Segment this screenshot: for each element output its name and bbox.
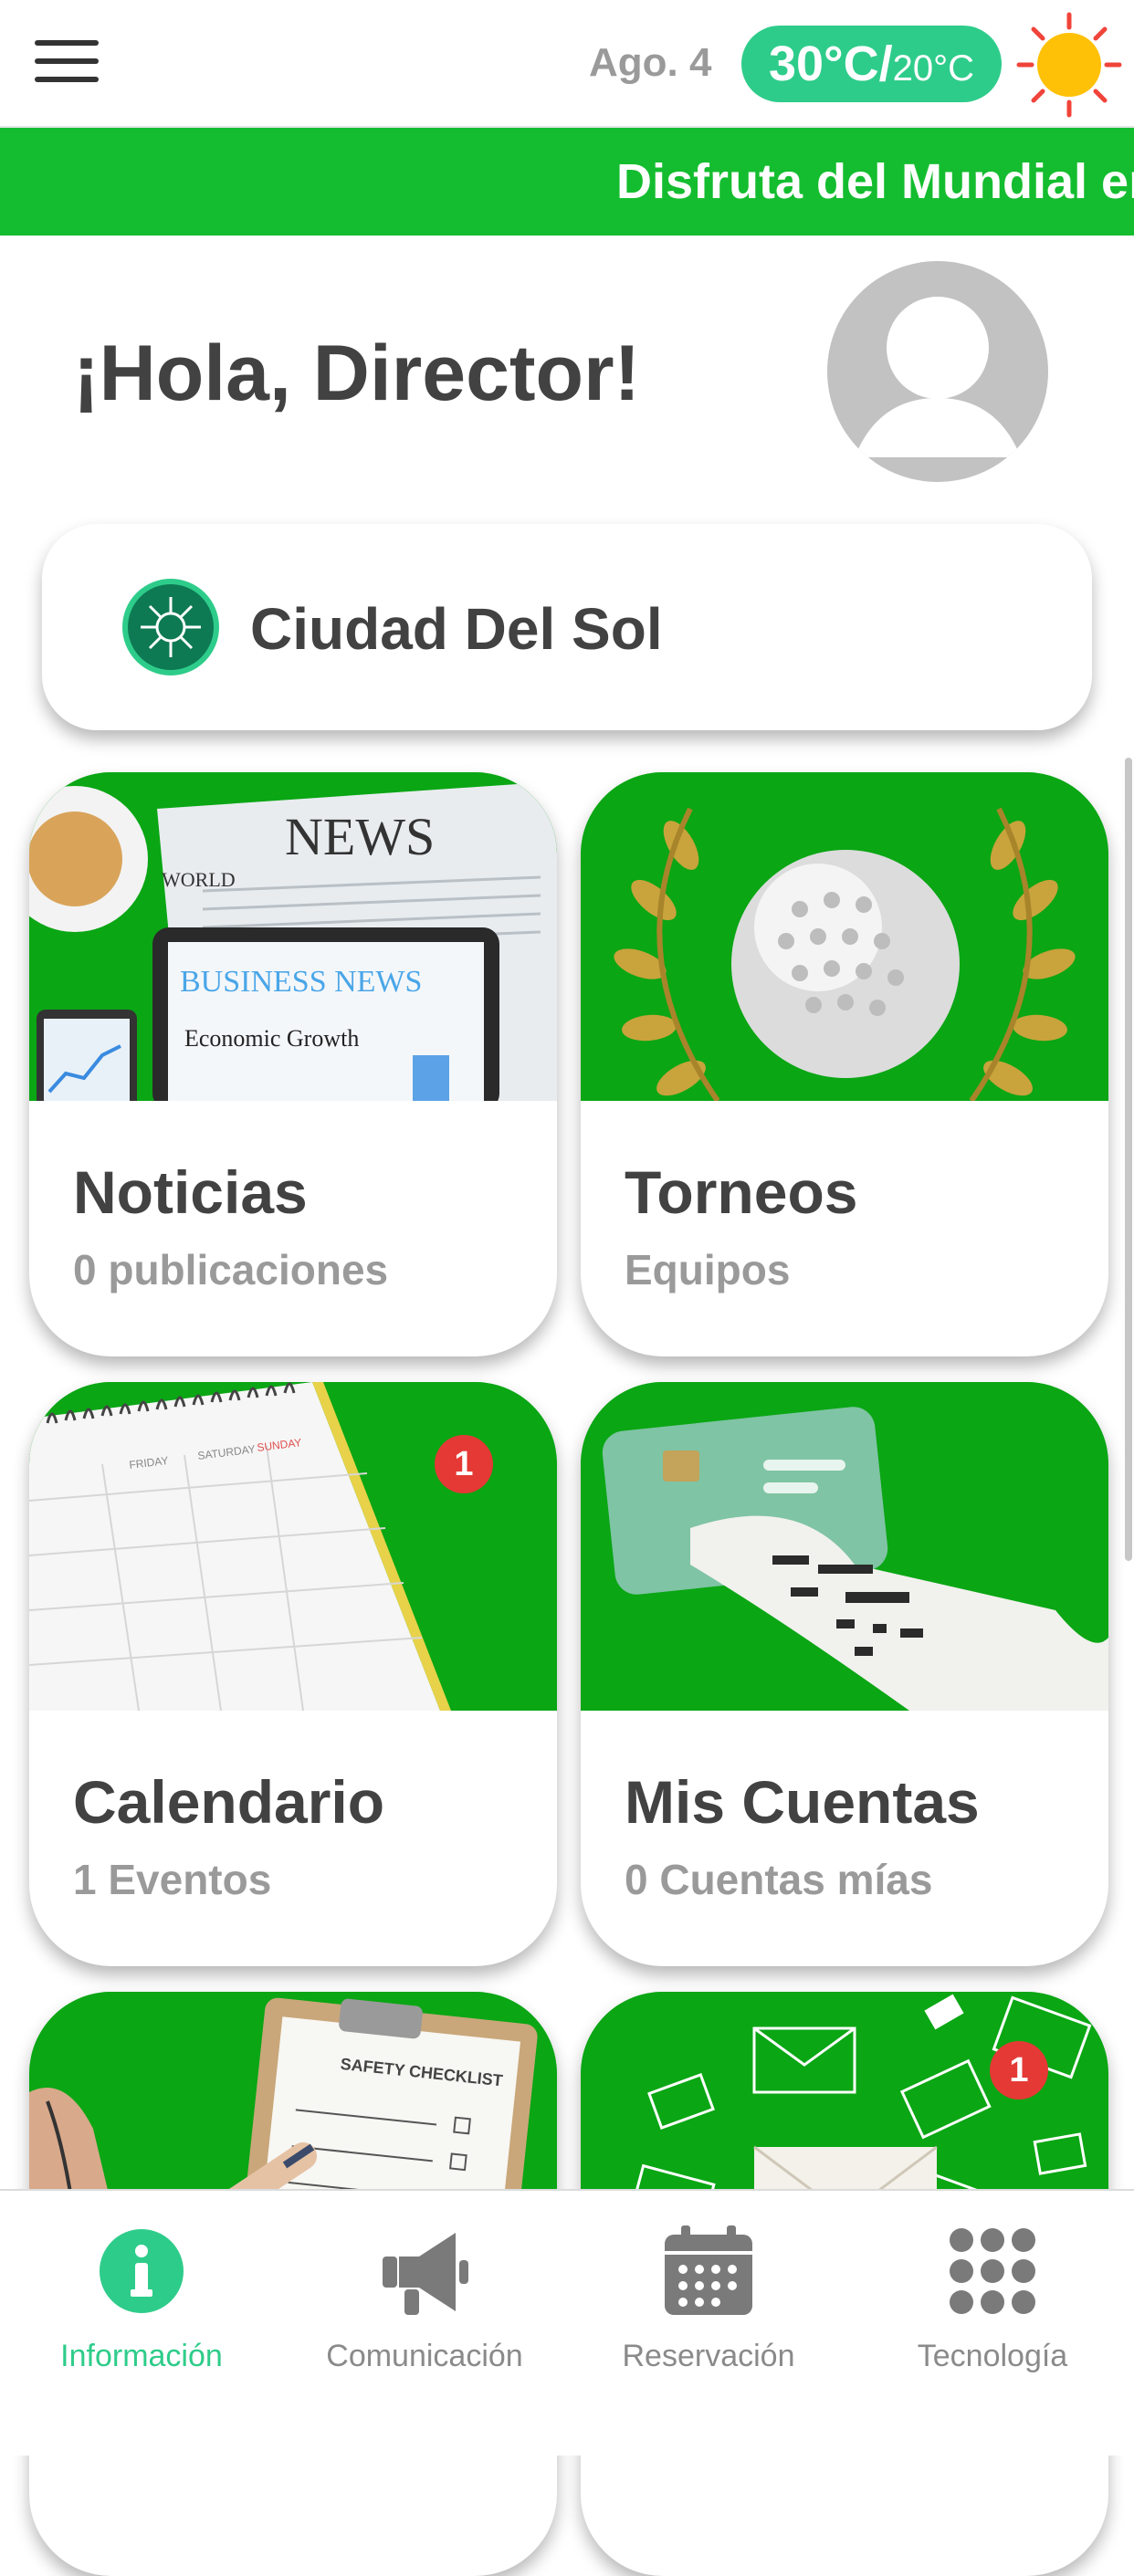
nav-label: Tecnología [917, 2339, 1068, 2373]
ticker-text: Disfruta del Mundial en [616, 154, 1134, 209]
bottom-navigation: Información Comunicación Reservación Tec… [0, 2189, 1134, 2456]
nav-item-tecnologia[interactable]: Tecnología [851, 2191, 1134, 2456]
tablet-subheadline: Economic Growth [184, 1025, 359, 1052]
tile-subtitle: 0 publicaciones [73, 1246, 389, 1293]
tile-calendario[interactable]: FRIDAY SATURDAY SUNDAY 1 Calendario 1 Ev… [29, 1382, 557, 1966]
tile-noticias[interactable]: NEWS WORLD BUSINESS NEWS Economic Growth… [29, 772, 557, 1356]
news-ticker[interactable]: Disfruta del Mundial en [0, 128, 1134, 236]
tile-subtitle: Equipos [625, 1246, 791, 1293]
tile-title: Noticias [73, 1158, 308, 1226]
news-world: WORLD [162, 868, 236, 891]
receipt-image [581, 1382, 1108, 1711]
notification-badge: 1 [990, 2041, 1048, 2100]
tile-mis-cuentas[interactable]: Mis Cuentas 0 Cuentas mías [581, 1382, 1108, 1966]
club-name: Ciudad Del Sol [250, 596, 663, 662]
tile-subtitle: 1 Eventos [73, 1856, 272, 1903]
nav-item-informacion[interactable]: Información [0, 2191, 283, 2456]
info-icon [100, 2229, 184, 2313]
nav-label: Reservación [622, 2339, 795, 2373]
user-silhouette-icon [855, 297, 1021, 457]
tile-title: Calendario [73, 1768, 385, 1836]
date-label: Ago. 4 [589, 40, 712, 85]
avatar[interactable] [827, 261, 1048, 482]
temperature-low: 20°C [892, 47, 975, 89]
news-headline: NEWS [285, 807, 435, 866]
calendar-image: FRIDAY SATURDAY SUNDAY [29, 1382, 557, 1711]
tile-title: Torneos [625, 1158, 858, 1226]
nav-label: Información [60, 2339, 223, 2373]
apps-grid-icon [950, 2228, 1035, 2314]
tablet-headline: BUSINESS NEWS [180, 965, 422, 999]
calendar-icon [665, 2225, 752, 2315]
golf-trophy-image [581, 772, 1108, 1101]
megaphone-icon [383, 2233, 468, 2315]
tile-torneos[interactable]: Torneos Equipos [581, 772, 1108, 1356]
tile-subtitle: 0 Cuentas mías [625, 1856, 933, 1903]
tile-title: Mis Cuentas [625, 1768, 980, 1836]
nav-label: Comunicación [326, 2339, 523, 2373]
notification-badge: 1 [435, 1435, 493, 1493]
club-logo-icon [122, 579, 219, 675]
greeting-title: ¡Hola, Director! [73, 330, 641, 417]
scrollbar[interactable] [1125, 758, 1132, 1561]
top-bar: Ago. 4 30°C/ 20°C [0, 0, 1134, 128]
menu-icon[interactable] [35, 40, 99, 84]
temperature-high: 30°C/ [768, 37, 893, 91]
sun-icon [1016, 12, 1122, 118]
club-selector[interactable]: Ciudad Del Sol [42, 524, 1092, 730]
nav-item-comunicacion[interactable]: Comunicación [283, 2191, 566, 2456]
temperature-pill: 30°C/ 20°C [741, 26, 1002, 102]
news-image: NEWS WORLD BUSINESS NEWS Economic Growth [29, 772, 557, 1101]
nav-item-reservacion[interactable]: Reservación [567, 2191, 850, 2456]
